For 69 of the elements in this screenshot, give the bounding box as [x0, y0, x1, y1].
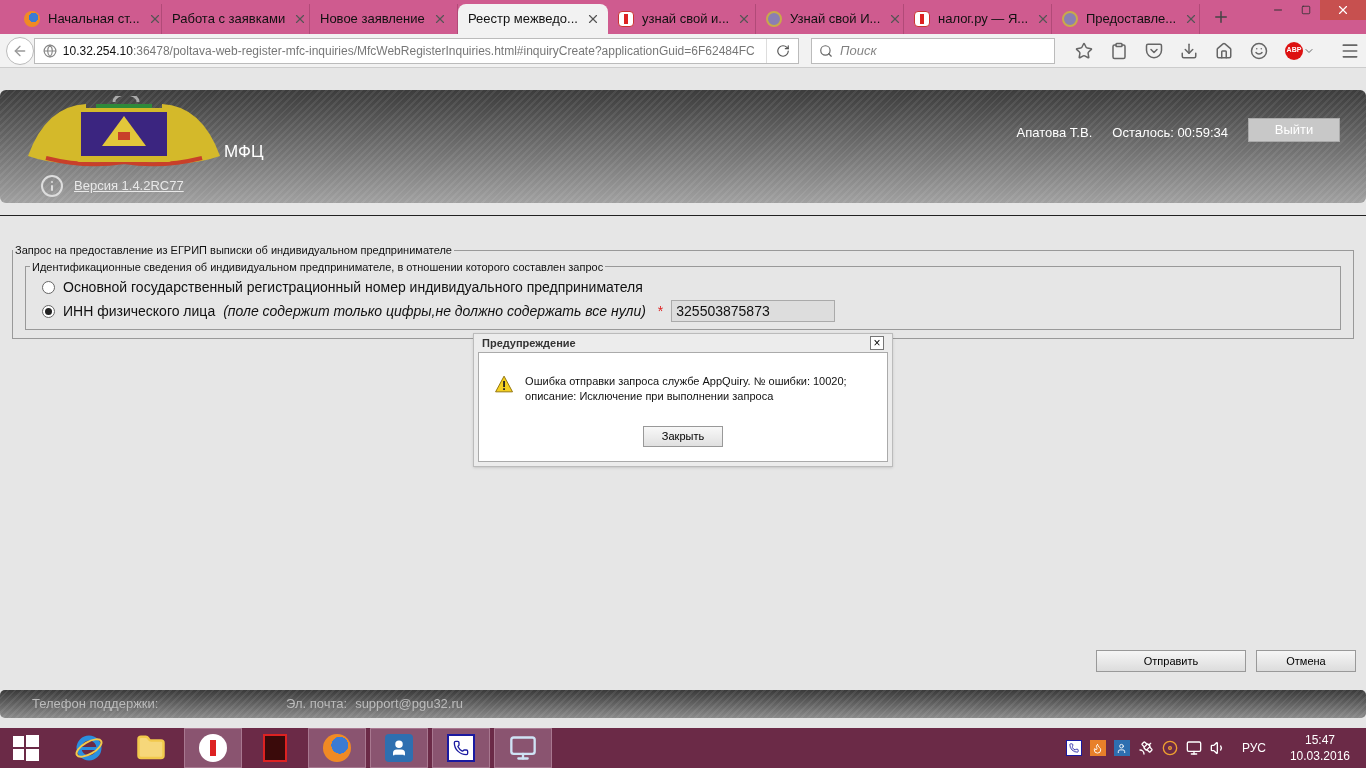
- error-message: Ошибка отправки запроса службе AppQuiry. № ошибки: 10020; описание: Исключение при выполнении запроса: [525, 374, 848, 404]
- taskbar-app[interactable]: [184, 728, 242, 768]
- globe-icon: [42, 43, 57, 58]
- action-button[interactable]: Отмена: [1256, 650, 1356, 672]
- windows-logo-icon[interactable]: [13, 735, 39, 761]
- flame-icon[interactable]: [1089, 740, 1106, 756]
- taskbar-app[interactable]: [432, 728, 490, 768]
- browser-tab[interactable]: Реестр межведо...: [458, 4, 608, 34]
- network-icon[interactable]: [1185, 740, 1202, 756]
- tab-title: узнай свой и...: [642, 10, 730, 29]
- close-icon: [1336, 3, 1350, 17]
- tab-title: налог.ру — Я...: [938, 10, 1029, 29]
- taskbar-app[interactable]: [370, 728, 428, 768]
- firefox-icon: [24, 11, 40, 27]
- fieldset-legend: Идентификационные сведения об индивидуальном предпринимателе, в отношении которого составлен запрос: [30, 258, 606, 275]
- tab-title: Начальная ст...: [48, 10, 140, 29]
- clipboard-icon[interactable]: [1110, 41, 1128, 60]
- phone-icon: [447, 734, 475, 762]
- yandex-icon: [914, 11, 930, 27]
- satellite-icon[interactable]: [1137, 740, 1154, 756]
- search-icon: [819, 43, 833, 58]
- firefox-icon: [323, 734, 351, 762]
- tab-title: Узнай свой И...: [790, 10, 881, 29]
- address-bar[interactable]: 10.32.254.10:36478/poltava-web-register-mfc-inquiries/MfcWebRegisterInquiries.html#inquiryCreate?applicationGuid=6F62484FC: [33, 37, 799, 64]
- info-icon[interactable]: [40, 174, 64, 198]
- support-email: support@pgu32.ru: [355, 695, 464, 714]
- home-icon[interactable]: [1215, 41, 1233, 60]
- required-mark: *: [657, 301, 664, 321]
- globe-ring-icon: [74, 733, 104, 763]
- yandex-icon: [199, 734, 227, 762]
- reload-icon[interactable]: [775, 43, 790, 58]
- hint-text: (поле содержит только цифры,не должно содержать все нули): [223, 301, 646, 321]
- download-icon[interactable]: [1180, 41, 1198, 60]
- phone-icon[interactable]: [1065, 740, 1082, 756]
- fieldset-legend: Запрос на предоставление из ЕГРИП выписки об индивидуальном предпринимателе: [13, 242, 454, 259]
- session-timer: Осталось: 00:59:34: [1112, 124, 1228, 142]
- tab-title: Предоставле...: [1086, 10, 1177, 29]
- disc-icon[interactable]: [1161, 740, 1178, 756]
- emblem-icon: [1062, 11, 1078, 27]
- contact-icon: [385, 734, 413, 762]
- dialog-title: Предупреждение: [482, 335, 576, 351]
- tab-title: Новое заявление: [320, 10, 425, 29]
- smiley-icon[interactable]: [1250, 41, 1268, 60]
- emblem-icon: [766, 11, 782, 27]
- url-text: 10.32.254.10:36478/poltava-web-register-mfc-inquiries/MfcWebRegisterInquiries.html#inquiryCreate?applicationGuid=6F62484FC: [62, 42, 756, 60]
- monitor-icon: [509, 734, 537, 762]
- clock-time: 15:47: [1304, 732, 1335, 748]
- pdf-icon: [263, 734, 287, 762]
- radio-button[interactable]: [42, 280, 55, 294]
- yandex-icon: [618, 11, 634, 27]
- clock-date: 10.03.2016: [1289, 748, 1350, 764]
- tab-title: Реестр межведо...: [468, 10, 578, 29]
- close-button[interactable]: ×: [870, 336, 884, 350]
- input-language[interactable]: РУС: [1241, 739, 1266, 757]
- close-dialog-button[interactable]: Закрыть: [643, 426, 723, 447]
- email-label: Эл. почта:: [286, 695, 348, 714]
- app-title: МФЦ: [224, 140, 264, 163]
- search-input[interactable]: Поиск: [811, 37, 1055, 64]
- option-label: Основной государственный регистрационный номер индивидуального предпринимателя: [63, 277, 643, 297]
- tab-title: Работа с заявками: [172, 10, 286, 29]
- contact-icon[interactable]: [1113, 740, 1130, 756]
- support-phone-label: Телефон поддержки:: [32, 695, 160, 714]
- option-label: ИНН физического лица: [63, 301, 216, 321]
- bookmark-star-icon[interactable]: [1075, 41, 1093, 60]
- inn-input[interactable]: 325503875873: [671, 300, 836, 322]
- radio-button[interactable]: [42, 304, 55, 318]
- user-name: Апатова Т.В.: [1016, 124, 1093, 142]
- action-button[interactable]: Отправить: [1096, 650, 1246, 672]
- pocket-icon[interactable]: [1145, 41, 1163, 60]
